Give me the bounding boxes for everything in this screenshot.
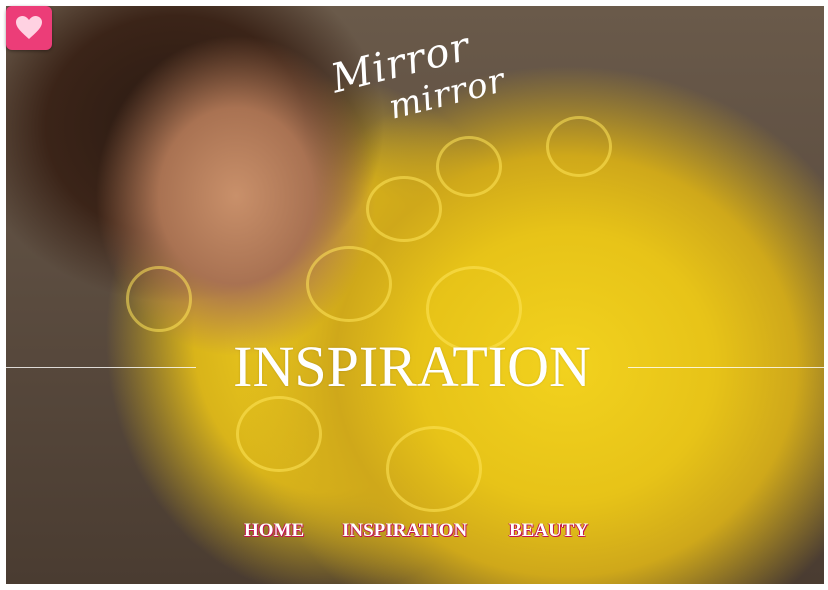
heart-icon — [16, 16, 42, 39]
headline-rule-left — [6, 367, 196, 368]
favorite-button[interactable] — [6, 6, 52, 50]
ruffle-decoration — [386, 426, 482, 512]
main-nav: HOME INSPIRATION BEAUTY — [0, 520, 828, 544]
nav-beauty-link[interactable]: BEAUTY — [509, 520, 588, 542]
ruffle-decoration — [546, 116, 612, 177]
ruffle-decoration — [306, 246, 392, 322]
ruffle-decoration — [436, 136, 502, 197]
nav-home-link[interactable]: HOME — [244, 520, 304, 542]
page-headline: INSPIRATION — [233, 334, 591, 399]
nav-inspiration-link[interactable]: INSPIRATION — [342, 520, 467, 542]
brand-logo[interactable]: Mirror mirror — [310, 24, 520, 140]
ruffle-decoration — [126, 266, 192, 332]
headline-rule-right — [628, 367, 824, 368]
ruffle-decoration — [366, 176, 442, 242]
ruffle-decoration — [236, 396, 322, 472]
